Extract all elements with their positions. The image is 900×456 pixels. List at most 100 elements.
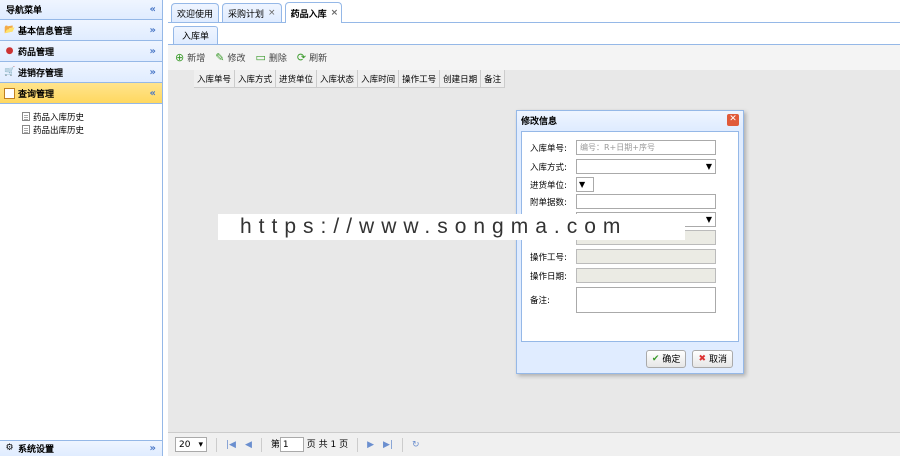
cancel-button[interactable]: ✖ 取消 [692,349,733,368]
sidebar-section-inventory[interactable]: 🛒 进销存管理 » [0,62,162,83]
dropdown-arrow-icon: ▾ [198,439,203,450]
column-header[interactable]: 操作工号 [399,70,441,87]
dialog-title: 修改信息 [521,116,558,127]
edit-label: 修改 [227,54,246,64]
column-header[interactable]: 创建日期 [440,70,482,87]
dropdown-arrow-icon: ▼ [705,215,712,224]
method-label: 入库方式: [530,162,567,173]
chevron-down-icon[interactable]: » [150,25,156,36]
tree-item-label: 药品出库历史 [33,125,85,136]
divider [216,437,217,452]
toolbar: ⊕ 新增 ✎ 修改 ▭ 删除 ⟳ 刷新 [168,45,900,70]
confirm-button[interactable]: ✔ 确定 [645,349,687,368]
grid-header: 入库单号 入库方式 进货单位 入库状态 入库时间 操作工号 创建日期 备注 [194,70,506,88]
add-icon: ⊕ [175,51,185,64]
page-indicator: 第1 页 共 1 页 [271,437,348,453]
pencil-icon: ✎ [215,51,225,64]
sidebar-section-basic-info[interactable]: 📂 基本信息管理 » [0,20,162,41]
chevron-down-icon[interactable]: » [150,46,156,57]
dialog-titlebar[interactable]: 修改信息 ✕ [517,111,743,129]
close-icon[interactable]: × [331,8,339,18]
section-label: 药品管理 [18,47,55,58]
column-header[interactable]: 备注 [481,70,506,87]
divider [260,437,262,452]
close-icon[interactable]: ✕ [727,114,739,126]
add-label: 新增 [187,54,206,64]
last-page-icon[interactable]: ▶| [383,440,393,450]
delete-button[interactable]: ▭ 删除 [255,51,286,64]
sidebar-section-settings[interactable]: ⚙ 系统设置 » [0,440,162,456]
sidebar: 导航菜单 « 📂 基本信息管理 » ● 药品管理 » 🛒 进销存管理 » 查询管理 «… [0,0,163,456]
date-input [576,268,716,283]
add-button[interactable]: ⊕ 新增 [175,51,205,64]
tree-item-label: 药品入库历史 [33,112,85,123]
column-header[interactable]: 入库单号 [194,70,236,87]
tab-label: 药品入库 [290,9,327,20]
refresh-button[interactable]: ⟳ 刷新 [297,51,327,64]
dropdown-arrow-icon: ▼ [579,180,586,189]
gear-icon: ⚙ [5,443,14,453]
document-icon [22,125,30,134]
prev-page-icon[interactable]: ◀ [245,440,252,450]
delete-label: 删除 [268,54,287,64]
edit-dialog: 修改信息 ✕ 入库单号: 编号：R+日期+序号 入库方式: ▼ 进货单位: ▼ 附单据… [516,110,744,374]
page-input[interactable]: 1 [279,437,304,453]
section-label: 系统设置 [18,445,55,455]
tab-welcome[interactable]: 欢迎使用 [171,3,220,22]
subtab-stock-in-order[interactable]: 入库单 [173,26,219,44]
column-header[interactable]: 入库状态 [317,70,359,87]
date-label: 操作日期: [530,271,567,282]
pagination-bar: 20 ▾ |◀ ◀ 第1 页 共 1 页 ▶ ▶| ↻ [168,432,900,456]
pill-icon: ● [5,45,14,56]
next-page-icon[interactable]: ▶ [367,440,374,450]
cancel-icon: ✖ [698,353,706,364]
order-no-label: 入库单号: [530,143,567,154]
dialog-footer: ✔ 确定 ✖ 取消 [517,344,743,373]
column-header[interactable]: 入库方式 [235,70,277,87]
remark-label: 备注: [530,296,550,306]
sidebar-section-drug[interactable]: ● 药品管理 » [0,41,162,62]
tab-stock-in[interactable]: 药品入库 × [284,2,343,23]
query-tree: 药品入库历史 药品出库历史 [0,104,162,442]
section-label: 基本信息管理 [18,26,73,37]
divider [401,437,403,452]
check-icon: ✔ [651,353,660,364]
edit-button[interactable]: ✎ 修改 [215,51,245,64]
confirm-label: 确定 [662,355,681,365]
first-page-icon[interactable]: |◀ [226,440,236,450]
sidebar-section-query[interactable]: 查询管理 « [0,83,162,104]
divider [357,437,359,452]
document-icon [22,112,30,121]
chevron-up-icon[interactable]: « [150,88,156,99]
cancel-label: 取消 [708,355,727,365]
operator-input [576,249,716,264]
order-no-input[interactable]: 编号：R+日期+序号 [576,140,716,155]
tree-item-stock-out-history[interactable]: 药品出库历史 [22,123,162,136]
column-header[interactable]: 进货单位 [276,70,318,87]
tree-item-stock-in-history[interactable]: 药品入库历史 [22,110,162,123]
column-header[interactable]: 入库时间 [358,70,400,87]
chevron-down-icon[interactable]: » [150,67,156,78]
query-icon [4,87,15,99]
attach-label: 附单据数: [530,197,567,208]
method-select[interactable]: ▼ [576,159,716,174]
section-label: 进销存管理 [18,68,64,79]
sidebar-header: 导航菜单 « [0,0,162,20]
tab-label: 采购计划 [228,9,265,20]
operator-label: 操作工号: [530,252,567,263]
attach-count-input[interactable] [576,194,716,209]
section-label: 查询管理 [18,89,55,100]
sidebar-title: 导航菜单 [6,6,43,16]
watermark: https://www.songma.com [218,214,685,240]
tab-purchase-plan[interactable]: 采购计划 × [222,3,282,22]
page-prefix: 第 [270,439,280,450]
folder-icon: 📂 [4,24,16,35]
page-size-select[interactable]: 20 ▾ [175,437,207,452]
close-icon[interactable]: × [268,8,276,18]
reload-icon[interactable]: ↻ [412,440,420,450]
collapse-left-icon[interactable]: « [150,4,156,15]
chevron-down-icon[interactable]: » [150,443,156,454]
supplier-select[interactable]: ▼ [576,177,594,192]
remark-textarea[interactable] [576,287,716,313]
refresh-label: 刷新 [309,54,328,64]
